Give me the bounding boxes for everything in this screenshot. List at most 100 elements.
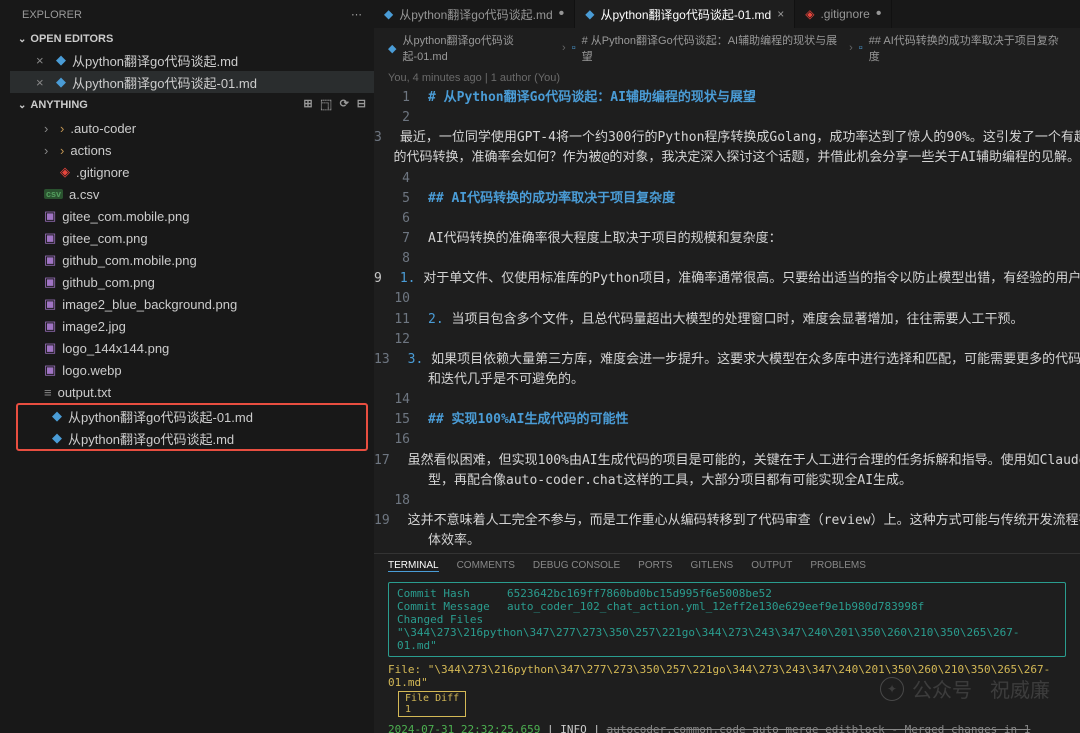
editor-tab[interactable]: ◈.gitignore• <box>795 0 892 28</box>
csv-icon: csv <box>44 189 63 199</box>
chevron-right-icon: › <box>44 143 54 158</box>
md-icon: ◆ <box>52 430 62 446</box>
code-line[interactable]: 17虽然看似困难，但实现100%由AI生成代码的项目是可能的，关键在于人工进行合… <box>374 451 1080 471</box>
bottom-panel: TERMINAL COMMENTS DEBUG CONSOLE PORTS GITLEN… <box>374 553 1080 733</box>
git-icon: ◈ <box>60 164 70 180</box>
code-line[interactable]: 133. 如果项目依赖大量第三方库，难度会进一步提升。这要求大模型在众多库中进行… <box>374 350 1080 370</box>
folder-icon: › <box>60 143 64 158</box>
tree-item[interactable]: ▣logo.webp <box>10 359 374 381</box>
code-line[interactable]: 3最近，一位同学使用GPT-4将一个约300行的Python程序转换成Golan… <box>374 128 1080 148</box>
terminal[interactable]: Commit Hash6523642bc169ff7860bd0bc15d995… <box>374 578 1080 733</box>
panel-tab[interactable]: PROBLEMS <box>810 560 866 572</box>
close-icon[interactable]: × <box>777 7 784 21</box>
panel-tab[interactable]: PORTS <box>638 560 672 572</box>
tree-item[interactable]: ≡output.txt <box>10 381 374 403</box>
md-icon: ◆ <box>56 52 66 68</box>
img-icon: ▣ <box>44 296 56 312</box>
open-editor-item[interactable]: ×◆从python翻译go代码谈起.md <box>10 49 374 71</box>
more-icon[interactable]: ⋯ <box>351 8 362 21</box>
tree-item[interactable]: ››actions <box>10 139 374 161</box>
code-line[interactable]: 2 <box>374 108 1080 128</box>
code-line[interactable]: 和迭代几乎是不可避免的。 <box>374 370 1080 390</box>
chevron-right-icon: › <box>849 42 853 54</box>
project-header[interactable]: ⌄ ANYTHING ⊞ ⿹ ⟳ ⊟ <box>10 93 374 117</box>
highlighted-files: ◆从python翻译go代码谈起-01.md◆从python翻译go代码谈起.m… <box>16 403 368 451</box>
chevron-down-icon: ⌄ <box>18 100 26 111</box>
tree-item[interactable]: ▣github_com.mobile.png <box>10 249 374 271</box>
code-line[interactable]: 7AI代码转换的准确率很大程度上取决于项目的规模和复杂度： <box>374 229 1080 249</box>
panel-tab[interactable]: GITLENS <box>690 560 733 572</box>
tree-item[interactable]: ◆从python翻译go代码谈起-01.md <box>18 405 366 427</box>
file-diff-box: File Diff 1 <box>398 691 466 717</box>
tree-item[interactable]: ▣logo_144x144.png <box>10 337 374 359</box>
img-icon: ▣ <box>44 340 56 356</box>
tree-item[interactable]: ▣gitee_com.png <box>10 227 374 249</box>
md-icon: ◆ <box>56 74 66 90</box>
explorer-title: EXPLORER <box>22 9 82 21</box>
heading-icon: ▫ <box>572 42 576 54</box>
md-icon: ◆ <box>585 7 594 21</box>
tree-item[interactable]: ▣github_com.png <box>10 271 374 293</box>
code-line[interactable]: 5## AI代码转换的成功率取决于项目复杂度 <box>374 189 1080 209</box>
panel-tabs: TERMINAL COMMENTS DEBUG CONSOLE PORTS GITLEN… <box>374 554 1080 578</box>
tree-item[interactable]: ▣image2.jpg <box>10 315 374 337</box>
tree-item[interactable]: ▣gitee_com.mobile.png <box>10 205 374 227</box>
tree-item[interactable]: ◆从python翻译go代码谈起.md <box>18 427 366 449</box>
panel-tab[interactable]: COMMENTS <box>457 560 515 572</box>
img-icon: ▣ <box>44 318 56 334</box>
open-editors-header[interactable]: ⌄ OPEN EDITORS <box>10 29 374 49</box>
heading-icon: ▫ <box>859 42 863 54</box>
tree-item[interactable]: ››.auto-coder <box>10 117 374 139</box>
new-folder-icon[interactable]: ⿹ <box>321 97 332 113</box>
tree-item[interactable]: csva.csv <box>10 183 374 205</box>
panel-tab[interactable]: DEBUG CONSOLE <box>533 560 620 572</box>
img-icon: ▣ <box>44 252 56 268</box>
code-line[interactable]: 体效率。 <box>374 531 1080 551</box>
code-line[interactable]: 112. 当项目包含多个文件，且总代码量超出大模型的处理窗口时，难度会显著增加，… <box>374 310 1080 330</box>
code-editor[interactable]: 1# 从Python翻译Go代码谈起：AI辅助编程的现状与展望23最近，一位同学… <box>374 88 1080 553</box>
code-line[interactable]: 10 <box>374 289 1080 309</box>
wechat-icon: ✦ <box>880 677 904 701</box>
open-editor-item[interactable]: ×◆从python翻译go代码谈起-01.md <box>10 71 374 93</box>
code-line[interactable]: 91. 对于单文件、仅使用标准库的Python项目，准确率通常很高。只要给出适当… <box>374 269 1080 289</box>
collapse-icon[interactable]: ⊟ <box>357 97 366 113</box>
close-icon[interactable]: × <box>36 53 50 68</box>
tree-item[interactable]: ▣image2_blue_background.png <box>10 293 374 315</box>
chevron-down-icon: ⌄ <box>18 34 26 45</box>
new-file-icon[interactable]: ⊞ <box>303 97 312 113</box>
panel-tab[interactable]: OUTPUT <box>751 560 792 572</box>
code-line[interactable]: 型，再配合像auto-coder.chat这样的工具，大部分项目都有可能实现全A… <box>374 471 1080 491</box>
img-icon: ▣ <box>44 362 56 378</box>
editor-tab[interactable]: ◆从python翻译go代码谈起-01.md× <box>575 0 795 28</box>
code-line[interactable]: 16 <box>374 430 1080 450</box>
code-line[interactable]: 19这并不意味着人工完全不参与，而是工作重心从编码转移到了代码审查（review… <box>374 511 1080 531</box>
img-icon: ▣ <box>44 274 56 290</box>
panel-tab[interactable]: TERMINAL <box>388 560 439 572</box>
breadcrumb[interactable]: ◆ 从python翻译go代码谈起-01.md › ▫ # 从Python翻译G… <box>374 28 1080 68</box>
refresh-icon[interactable]: ⟳ <box>340 97 349 113</box>
dirty-icon: • <box>559 5 565 23</box>
editor-tab[interactable]: ◆从python翻译go代码谈起.md• <box>374 0 575 28</box>
term-log-line: 2024-07-31 22:32:25.659 | INFO | autocod… <box>388 723 1066 733</box>
txt-icon: ≡ <box>44 385 52 400</box>
sidebar: EXPLORER ⋯ ⌄ OPEN EDITORS × ◆从python翻译go代… <box>10 0 374 733</box>
code-line[interactable]: 6 <box>374 209 1080 229</box>
chevron-right-icon: › <box>562 42 566 54</box>
editor-tabs: ◆从python翻译go代码谈起.md•◆从python翻译go代码谈起-01.… <box>374 0 1080 28</box>
git-icon: ◈ <box>805 7 814 21</box>
folder-icon: › <box>60 121 64 136</box>
code-line[interactable]: 18 <box>374 491 1080 511</box>
activity-bar <box>0 0 10 733</box>
md-icon: ◆ <box>52 408 62 424</box>
code-line[interactable]: 14 <box>374 390 1080 410</box>
chevron-right-icon: › <box>44 121 54 136</box>
code-line[interactable]: 1# 从Python翻译Go代码谈起：AI辅助编程的现状与展望 <box>374 88 1080 108</box>
img-icon: ▣ <box>44 230 56 246</box>
code-line[interactable]: 的代码转换，准确率会如何？作为被@的对象，我决定深入探讨这个话题，并借此机会分享… <box>374 148 1080 168</box>
close-icon[interactable]: × <box>36 75 50 90</box>
code-line[interactable]: 12 <box>374 330 1080 350</box>
code-line[interactable]: 8 <box>374 249 1080 269</box>
code-line[interactable]: 4 <box>374 169 1080 189</box>
tree-item[interactable]: ◈.gitignore <box>10 161 374 183</box>
code-line[interactable]: 15## 实现100%AI生成代码的可能性 <box>374 410 1080 430</box>
